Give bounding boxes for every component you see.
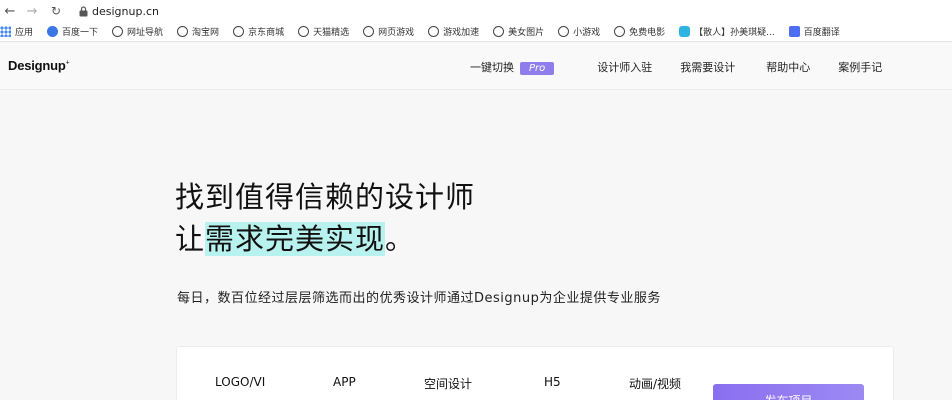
bookmark-label: 应用 [15,28,34,38]
logo-mark: + [65,59,70,67]
bookmark-label: 小游戏 [573,28,601,38]
bookmark-nav[interactable]: 网址导航 [112,25,163,38]
bookmark-label: 百度一下 [62,28,99,38]
bookmark-label: 免费电影 [629,28,666,38]
bookmark-tmall[interactable]: 天猫精选 [298,25,349,38]
hero-title-highlight: 需求完美实现 [205,222,386,256]
globe-icon [298,26,310,37]
bilibili-icon [679,26,691,37]
hero-title: 找到值得信赖的设计师 让需求完美实现。 [175,176,475,260]
bookmark-translate[interactable]: 百度翻译 [788,25,840,38]
nav-switch-pro[interactable]: 一键切换 Pro [470,59,555,75]
bookmark-minigames[interactable]: 小游戏 [558,25,600,38]
hero-title-prefix: 让 [175,222,206,256]
lock-icon[interactable] [78,5,88,17]
globe-icon [428,26,440,37]
bookmark-taobao[interactable]: 淘宝网 [177,25,219,38]
category-card: LOGO/VI APP 空间设计 H5 动画/视频 发布项目 [176,346,894,400]
nav-help-center[interactable]: 帮助中心 [766,59,810,75]
globe-icon [112,26,124,37]
globe-icon [493,26,505,37]
hero-title-suffix: 。 [385,222,416,256]
forward-arrow-icon[interactable]: → [24,3,40,19]
baidu-paw-icon [47,26,59,37]
nav-switch-label: 一键切换 [470,61,514,74]
baidu-translate-icon [788,26,800,37]
bookmark-apps[interactable]: 应用 [0,25,33,38]
bookmark-game-accel[interactable]: 游戏加速 [428,25,479,38]
bookmark-label: 淘宝网 [192,28,220,38]
bookmark-movies[interactable]: 免费电影 [614,25,665,38]
pro-badge: Pro [520,62,555,75]
category-animation-video[interactable]: 动画/视频 [629,375,681,392]
bookmark-label: 网页游戏 [378,28,415,38]
nav-designer-join[interactable]: 设计师入驻 [597,59,652,75]
category-logo-vi[interactable]: LOGO/VI [215,375,265,389]
address-bar[interactable]: designup.cn [92,5,159,18]
logo-text: Designup [8,58,66,73]
hero-subtitle: 每日，数百位经过层层筛选而出的优秀设计师通过Designup为企业提供专业服务 [177,291,661,306]
globe-icon [363,26,375,37]
site-logo[interactable]: Designup+ [8,58,70,73]
globe-icon [558,26,570,37]
bookmark-label: 网址导航 [127,28,164,38]
apps-grid-icon [0,26,11,37]
bookmark-pictures[interactable]: 美女图片 [493,25,544,38]
category-space-design[interactable]: 空间设计 [424,375,472,392]
bookmark-label: 【散人】孙美琪疑... [694,28,775,38]
bookmark-label: 天猫精选 [313,28,350,38]
bookmark-bilibili[interactable]: 【散人】孙美琪疑... [679,25,775,38]
nav-need-design[interactable]: 我需要设计 [680,59,735,75]
site-header: Designup+ 一键切换 Pro 设计师入驻 我需要设计 帮助中心 案例手记 [0,43,952,90]
browser-toolbar: ← → ↻ designup.cn [0,0,952,22]
hero-title-line2: 让需求完美实现。 [175,218,475,260]
reload-icon[interactable]: ↻ [48,3,64,19]
top-nav: 一键切换 Pro 设计师入驻 我需要设计 帮助中心 案例手记 [470,59,882,75]
bookmark-jd[interactable]: 京东商城 [233,25,284,38]
category-h5[interactable]: H5 [544,375,561,389]
globe-icon [177,26,189,37]
bookmarks-bar: 应用 百度一下 网址导航 淘宝网 京东商城 天猫精选 网页游戏 游戏加速 美女图… [0,22,952,42]
bookmark-webgames[interactable]: 网页游戏 [363,25,414,38]
bookmark-baidu[interactable]: 百度一下 [47,25,98,38]
nav-case-notes[interactable]: 案例手记 [838,59,882,75]
category-app[interactable]: APP [333,375,356,389]
bookmark-label: 京东商城 [248,28,285,38]
globe-icon [614,26,626,37]
bookmark-label: 百度翻译 [803,28,840,38]
hero-title-line1: 找到值得信赖的设计师 [175,180,476,214]
back-arrow-icon[interactable]: ← [2,3,18,19]
publish-project-button[interactable]: 发布项目 [713,384,864,400]
bookmark-label: 美女图片 [508,28,545,38]
bookmark-label: 游戏加速 [443,28,480,38]
globe-icon [233,26,245,37]
